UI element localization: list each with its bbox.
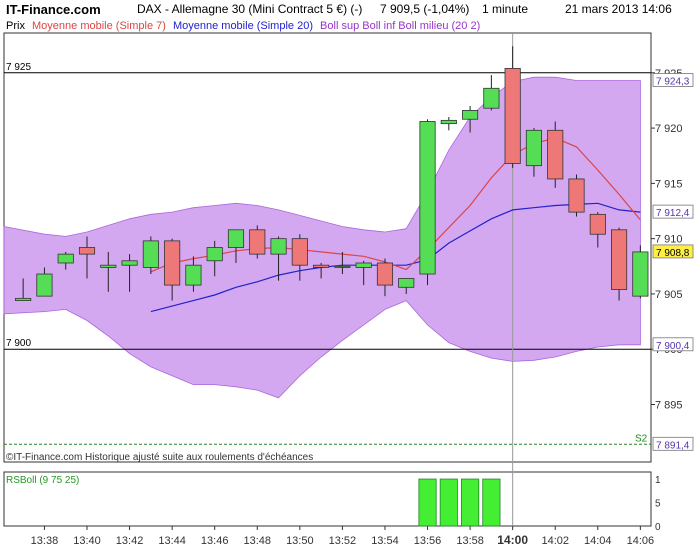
candle-14:02 [547,129,564,180]
axis-badge-label-7908.8: 7 908,8 [656,248,690,259]
axis-badge-label-7924.3: 7 924,3 [656,77,690,88]
rsboll-bar-13:57 [439,478,458,527]
x-tick-label-14:02: 14:02 [541,535,569,547]
candle-14:03 [568,178,585,213]
x-tick-label-13:50: 13:50 [286,535,314,547]
x-tick-label-13:42: 13:42 [116,535,144,547]
candle-13:43 [142,240,159,268]
candle-14:00 [504,67,521,164]
candle-13:58 [462,109,479,120]
candle-13:55 [398,278,415,288]
x-tick-label-13:48: 13:48 [244,535,272,547]
x-tick-label-13:54: 13:54 [371,535,399,547]
reference-line-label-7925: 7 925 [6,62,31,73]
candle-14:01 [525,129,543,167]
candle-13:50 [291,238,308,266]
x-tick-label-13:44: 13:44 [158,535,186,547]
candle-13:53 [355,262,372,268]
x-tick-label-13:56: 13:56 [414,535,442,547]
candle-13:56 [419,121,436,275]
candle-13:52 [334,265,351,268]
x-tick-label-13:40: 13:40 [73,535,101,547]
rsboll-bar-13:59 [482,478,501,527]
x-tick-label-14:00: 14:00 [497,533,528,547]
price-chart[interactable]: 7 9257 900S27 8957 9007 9057 9107 9157 9… [0,0,700,550]
candle-13:42 [121,260,138,266]
axis-badge-label-7900.4: 7 900,4 [656,341,690,352]
y-tick-label-7920: 7 920 [655,123,683,135]
candle-13:48 [249,229,266,255]
candle-13:38 [36,273,53,297]
candle-13:49 [270,238,287,255]
candle-13:59 [483,87,500,109]
y-tick-label-7910: 7 910 [655,234,683,246]
candle-13:57 [440,119,457,125]
candle-13:39 [57,253,74,264]
indicator-y-tick-2: 1 [655,475,661,486]
bollinger-band [3,76,641,399]
s2-label: S2 [635,433,648,444]
x-tick-label-14:06: 14:06 [627,535,655,547]
candle-13:54 [376,262,394,286]
candle-13:37 [15,297,32,301]
x-tick-label-13:58: 13:58 [456,535,484,547]
x-tick-label-13:38: 13:38 [31,535,59,547]
candle-13:40 [78,247,96,255]
x-tick-label-13:46: 13:46 [201,535,229,547]
y-tick-label-7915: 7 915 [655,178,683,190]
reference-line-label-7900: 7 900 [6,338,31,349]
indicator-y-tick-0: 0 [655,522,661,533]
candle-13:46 [206,247,223,262]
candle-14:06 [632,251,649,297]
y-tick-label-7905: 7 905 [655,289,683,301]
candle-14:04 [589,213,606,235]
candle-13:45 [185,264,202,286]
axis-badge-label-7912.4: 7 912,4 [656,208,690,219]
indicator-y-tick-1: 5 [655,499,661,510]
candle-13:41 [100,264,117,268]
x-tick-label-13:52: 13:52 [329,535,357,547]
candle-14:05 [611,229,628,290]
x-tick-label-14:04: 14:04 [584,535,612,547]
rsboll-bar-13:56 [418,478,437,527]
candle-13:47 [227,229,245,248]
indicator-label: RSBoll (9 75 25) [6,475,79,486]
candle-13:51 [313,264,330,268]
y-tick-label-7895: 7 895 [655,400,683,412]
copyright-note: ©IT-Finance.com Historique ajusté suite … [6,452,313,463]
indicator-panel-frame [3,471,652,527]
axis-badge-label-7891.4: 7 891,4 [656,440,690,451]
candle-13:44 [164,240,181,286]
rsboll-bar-13:58 [461,478,480,527]
